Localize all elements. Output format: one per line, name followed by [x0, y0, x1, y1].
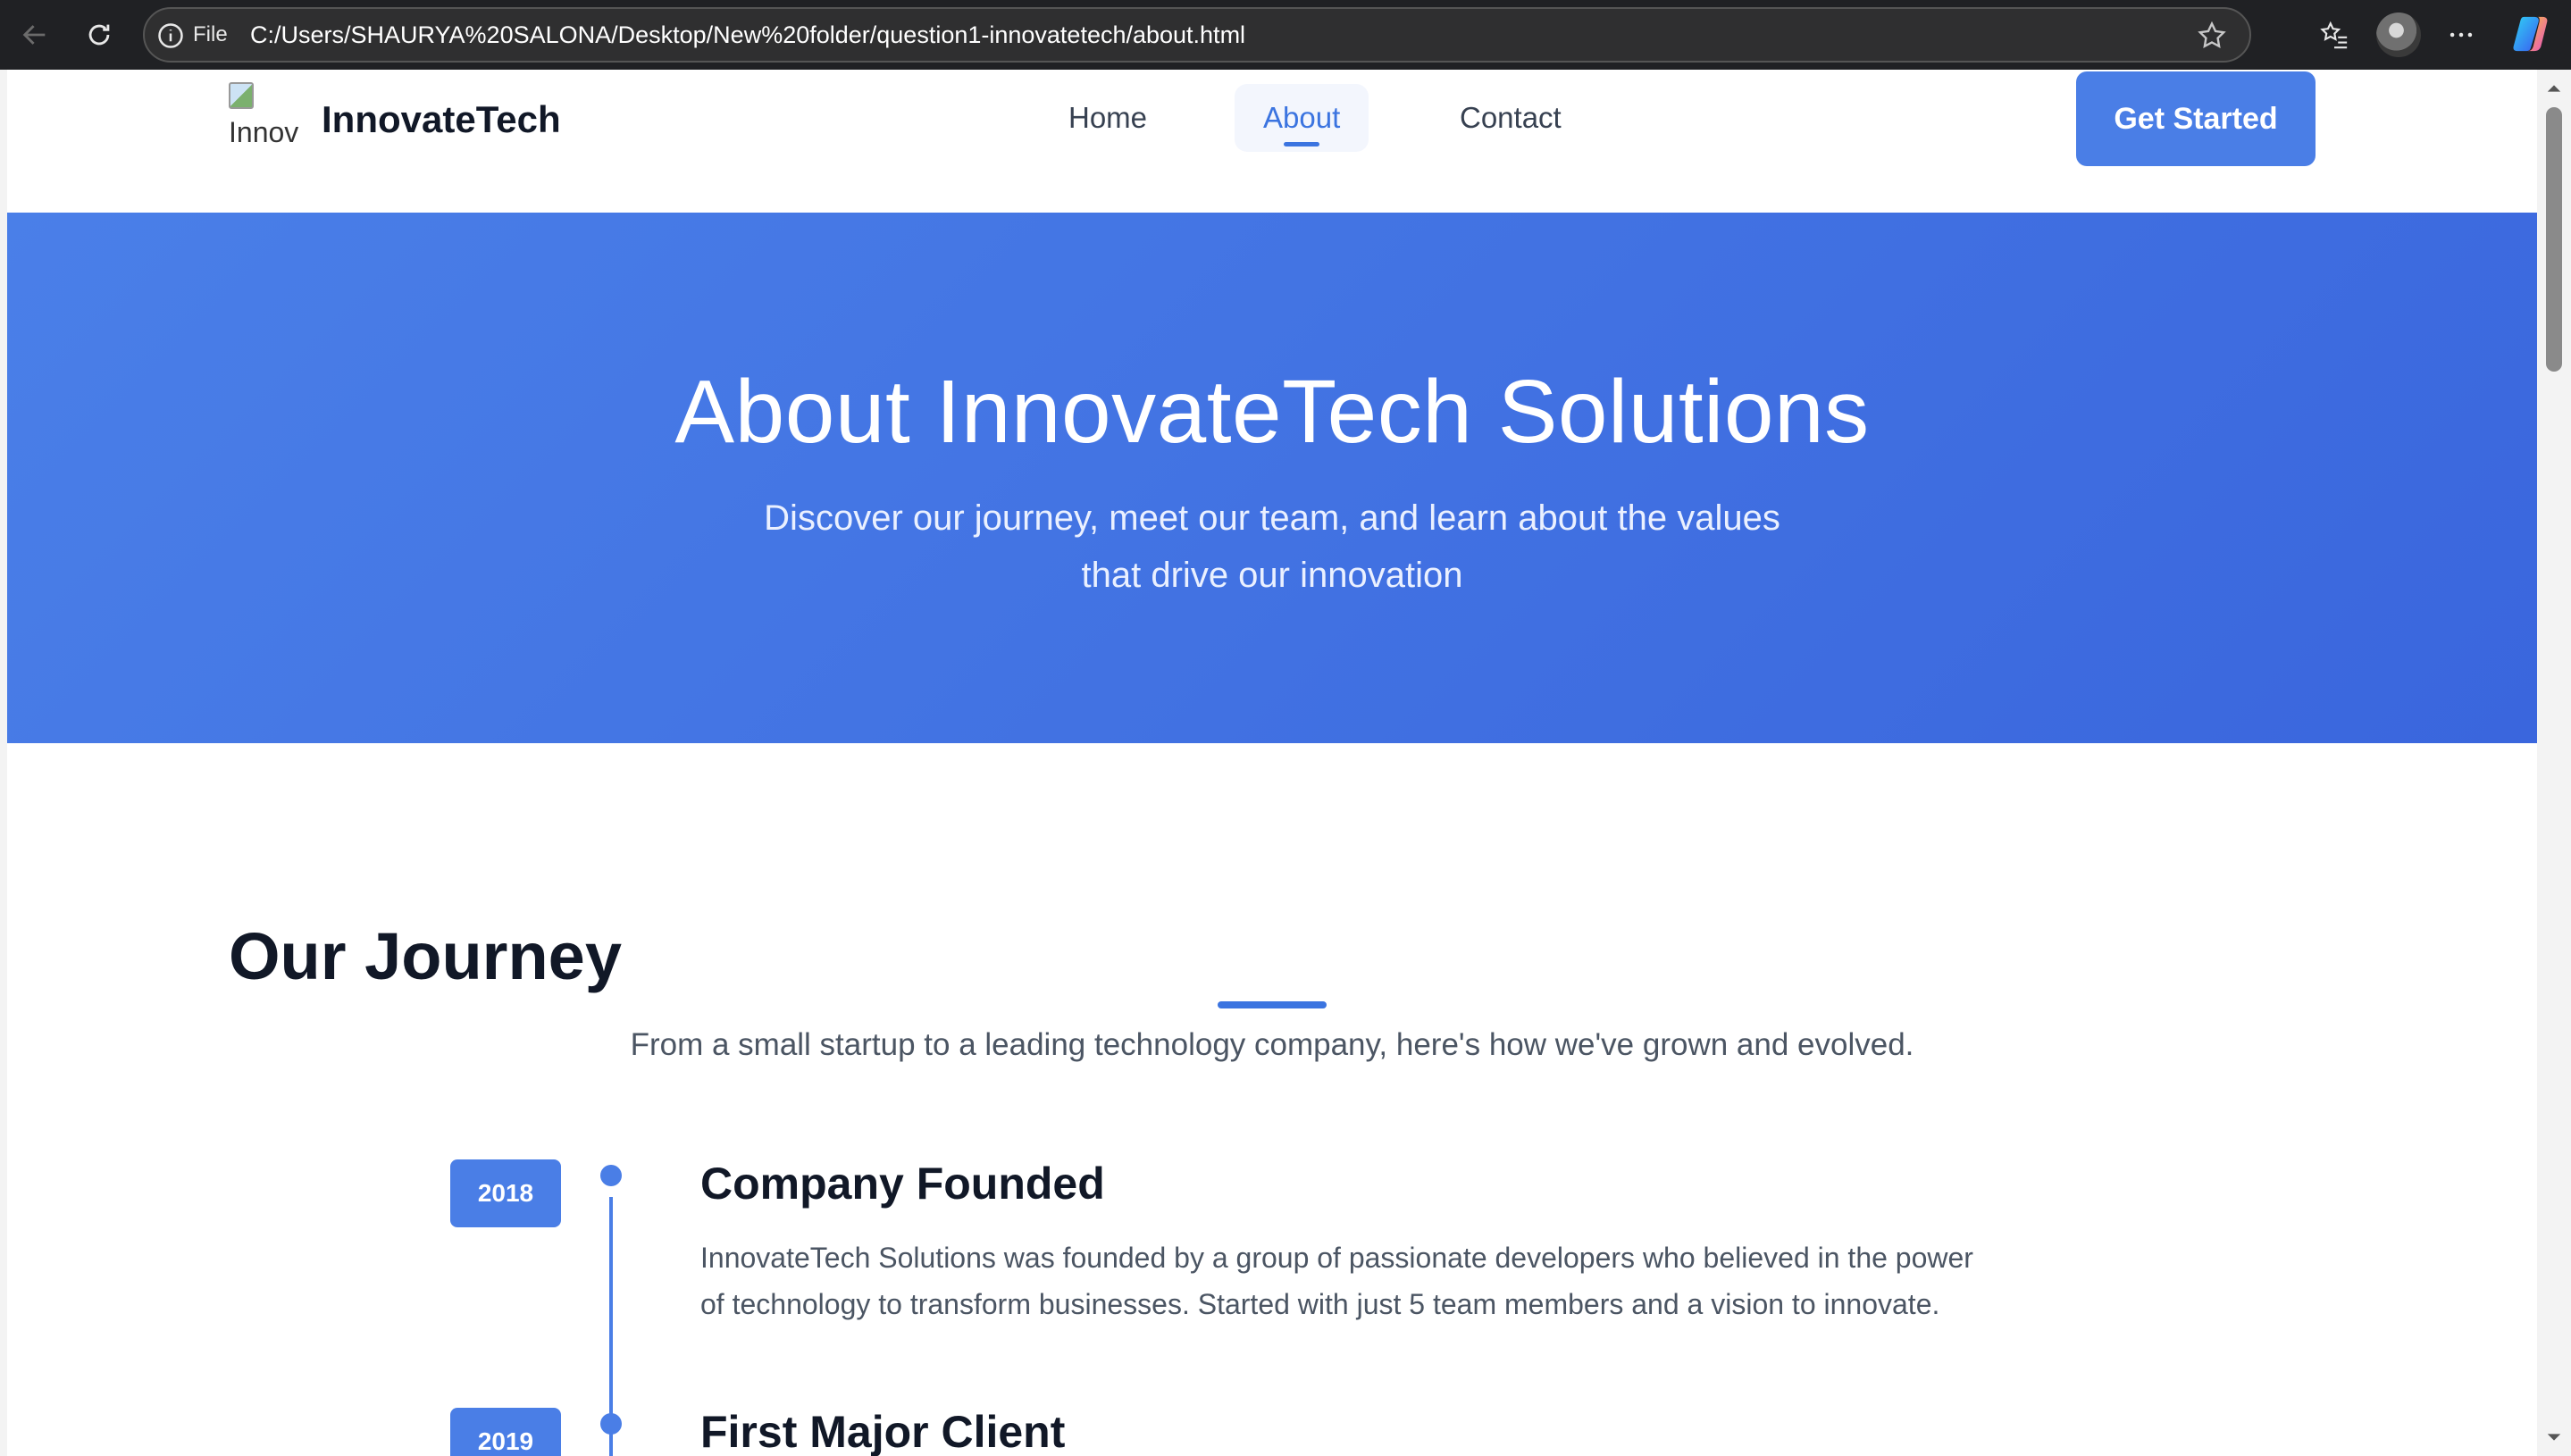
nav-contact[interactable]: Contact [1431, 84, 1590, 152]
browser-toolbar: File C:/Users/SHAURYA%20SALONA/Desktop/N… [0, 0, 2571, 70]
get-started-button[interactable]: Get Started [2076, 71, 2316, 166]
reload-button[interactable] [77, 13, 121, 57]
nav-about[interactable]: About [1235, 84, 1369, 152]
copilot-icon[interactable] [2510, 13, 2551, 55]
scrollbar-thumb[interactable] [2546, 107, 2562, 372]
info-icon[interactable] [157, 22, 184, 49]
timeline-dot [600, 1413, 622, 1435]
hero-subtitle: Discover our journey, meet our team, and… [764, 498, 1780, 595]
reload-icon [88, 24, 110, 46]
timeline-heading: Company Founded [700, 1159, 1105, 1209]
broken-image-icon [229, 82, 254, 109]
back-button[interactable] [13, 13, 57, 57]
back-arrow-icon [22, 25, 46, 45]
page-viewport: Innov InnovateTech Home About Contact Ge… [7, 70, 2537, 1456]
more-button[interactable] [2441, 14, 2482, 55]
journey-description: From a small startup to a leading techno… [630, 1027, 1914, 1062]
more-dots-icon [2450, 32, 2473, 38]
file-label: File [193, 22, 228, 46]
address-bar[interactable]: File C:/Users/SHAURYA%20SALONA/Desktop/N… [143, 7, 2251, 63]
timeline-text: InnovateTech Solutions was founded by a … [700, 1242, 1973, 1320]
nav-about-label: About [1263, 101, 1341, 134]
hero-title: About InnovateTech Solutions [674, 362, 1870, 462]
active-nav-indicator [1284, 142, 1320, 146]
timeline-dot [600, 1165, 622, 1186]
timeline-heading: First Major Client [700, 1407, 1066, 1456]
section-divider [1218, 1001, 1327, 1008]
journey-title: Our Journey [229, 919, 622, 993]
url-text[interactable]: C:/Users/SHAURYA%20SALONA/Desktop/New%20… [250, 21, 1245, 49]
hero-banner: About InnovateTech Solutions Discover ou… [7, 213, 2537, 743]
favorites-list-icon [2320, 21, 2348, 49]
scroll-down-icon[interactable] [2546, 1429, 2562, 1445]
profile-avatar[interactable] [2376, 13, 2421, 57]
site-header: Innov InnovateTech Home About Contact Ge… [7, 70, 2537, 213]
scroll-up-icon[interactable] [2546, 80, 2562, 96]
nav-home[interactable]: Home [1040, 84, 1176, 152]
timeline-year-badge: 2019 [450, 1408, 561, 1456]
logo-alt-text: Innov [229, 116, 299, 148]
logo-image[interactable]: Innov [229, 82, 304, 157]
favorite-star-icon[interactable] [2196, 20, 2228, 52]
favorites-button[interactable] [2314, 14, 2355, 55]
timeline-year-badge: 2018 [450, 1159, 561, 1227]
page-scrollbar[interactable] [2537, 70, 2571, 1456]
brand-name[interactable]: InnovateTech [322, 98, 561, 141]
